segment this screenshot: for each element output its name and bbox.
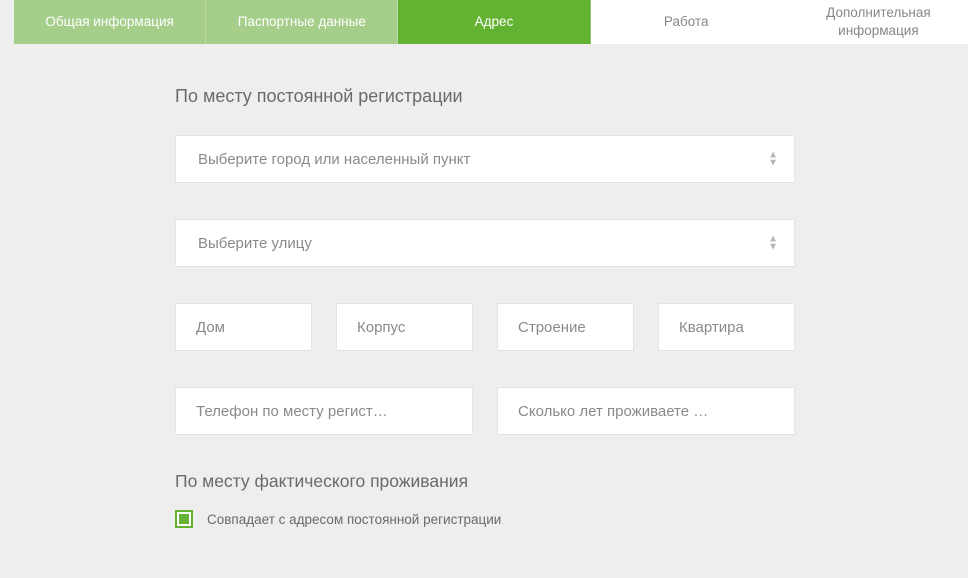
sort-icon: ▲▼ [768,152,778,167]
section-actual-title: По месту фактического проживания [175,471,795,492]
checkmark-icon [179,514,189,524]
years-input[interactable] [497,387,795,435]
street-select[interactable]: Выберите улицу ▲▼ [175,219,795,267]
sort-icon: ▲▼ [768,236,778,251]
same-address-label: Совпадает с адресом постоянной регистрац… [207,512,501,527]
city-select[interactable]: Выберите город или населенный пункт ▲▼ [175,135,795,183]
structure-input[interactable] [497,303,634,351]
form-container: По месту постоянной регистрации Выберите… [175,44,795,528]
building-input[interactable] [336,303,473,351]
section-registration-title: По месту постоянной регистрации [175,86,795,107]
tab-passport[interactable]: Паспортные данные [206,0,398,44]
same-address-row: Совпадает с адресом постоянной регистрац… [175,510,795,528]
phone-input[interactable] [175,387,473,435]
tab-additional[interactable]: Дополнительная информация [783,0,968,44]
tab-general[interactable]: Общая информация [14,0,206,44]
tab-address[interactable]: Адрес [398,0,590,44]
tab-bar: Общая информация Паспортные данные Адрес… [14,0,968,44]
phone-years-row [175,387,795,435]
address-parts-row [175,303,795,351]
same-address-checkbox[interactable] [175,510,193,528]
house-input[interactable] [175,303,312,351]
flat-input[interactable] [658,303,795,351]
tab-work[interactable]: Работа [591,0,783,44]
street-select-placeholder: Выберите улицу [198,235,312,252]
city-select-placeholder: Выберите город или населенный пункт [198,151,470,168]
